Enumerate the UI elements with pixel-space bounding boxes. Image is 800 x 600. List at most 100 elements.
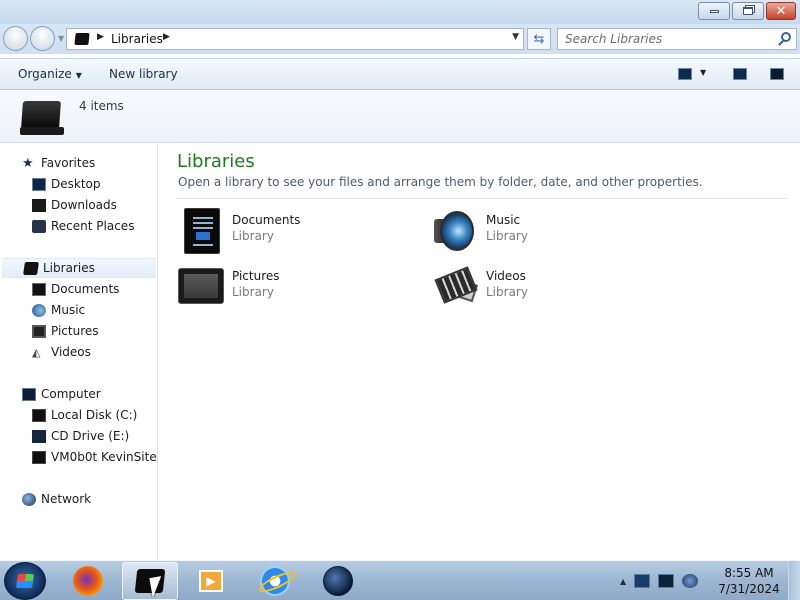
taskbar-internet-explorer[interactable] — [247, 562, 303, 600]
nav-computer[interactable]: Computer — [0, 385, 157, 405]
clock-date: 7/31/2024 — [718, 582, 780, 596]
recent-places-icon — [32, 220, 46, 233]
nav-downloads[interactable]: Downloads — [0, 196, 157, 216]
library-tile-documents[interactable]: Documents Library — [178, 206, 408, 256]
close-button[interactable]: ✕ — [766, 2, 796, 20]
refresh-button[interactable]: ⇆ — [527, 28, 551, 50]
search-icon[interactable] — [781, 32, 791, 42]
library-tile-pictures[interactable]: Pictures Library — [178, 262, 408, 312]
network-icon — [22, 493, 36, 506]
library-tile-music[interactable]: Music Library — [432, 206, 662, 256]
nav-label: Network — [41, 492, 92, 506]
recent-pages-dropdown[interactable]: ▼ — [58, 34, 64, 43]
videos-icon — [432, 262, 480, 310]
taskbar-media-player[interactable]: ▶ — [183, 562, 239, 600]
computer-icon — [22, 388, 36, 401]
navigation-pane: ★ Favorites Desktop Downloads Recent Plac… — [0, 144, 158, 560]
content-pane: Libraries Open a library to see your fil… — [159, 144, 800, 560]
search-box[interactable] — [557, 28, 797, 50]
nav-network[interactable]: Network — [0, 490, 157, 510]
nav-label: Recent Places — [51, 219, 135, 233]
chevron-down-icon[interactable]: ▼ — [700, 68, 706, 77]
library-type: Library — [232, 285, 274, 299]
taskbar-firefox[interactable] — [60, 562, 116, 600]
library-name: Videos — [486, 269, 526, 283]
network-status-icon[interactable] — [658, 574, 675, 588]
library-name: Pictures — [232, 269, 280, 283]
nav-label: Music — [51, 303, 86, 317]
nav-pictures[interactable]: Pictures — [0, 322, 157, 342]
preview-pane-button[interactable] — [733, 68, 747, 82]
breadcrumb-libraries[interactable]: Libraries — [111, 32, 163, 46]
organize-button[interactable]: Organize ▼ — [18, 67, 82, 81]
breadcrumb-chevron-icon[interactable]: ▶ — [97, 32, 104, 42]
nav-network-share[interactable]: VM0b0t KevinSite — [0, 448, 157, 468]
media-player-icon: ▶ — [199, 570, 223, 592]
music-icon — [32, 304, 46, 317]
change-view-button[interactable]: ▼ — [678, 68, 706, 82]
show-desktop-button[interactable] — [788, 561, 800, 600]
search-input[interactable] — [565, 30, 775, 48]
page-title: Libraries — [177, 151, 255, 172]
libraries-large-icon — [18, 97, 64, 137]
show-hidden-icons-button[interactable]: ▲ — [620, 577, 626, 586]
taskbar-network-globe[interactable] — [310, 562, 366, 600]
preview-pane-icon — [733, 68, 747, 80]
breadcrumb-chevron-icon[interactable]: ▶ — [163, 32, 170, 42]
system-tray: ▲ — [620, 562, 699, 600]
minimize-button[interactable] — [698, 2, 730, 20]
nav-favorites[interactable]: ★ Favorites — [0, 154, 157, 174]
command-bar: Organize ▼ New library ▼ — [0, 58, 800, 90]
forward-button[interactable] — [30, 26, 55, 51]
action-center-icon[interactable] — [634, 574, 651, 588]
back-button[interactable] — [3, 26, 28, 51]
hard-disk-icon — [32, 409, 46, 422]
chevron-down-icon: ▼ — [75, 71, 82, 80]
pictures-icon — [32, 325, 46, 338]
restore-icon — [743, 7, 753, 15]
nav-desktop[interactable]: Desktop — [0, 175, 157, 195]
nav-recent-places[interactable]: Recent Places — [0, 217, 157, 237]
documents-icon — [178, 206, 226, 254]
nav-label: Videos — [51, 345, 91, 359]
restore-button[interactable] — [732, 2, 764, 20]
libraries-icon — [23, 262, 39, 275]
nav-label: Local Disk (C:) — [51, 408, 138, 422]
nav-videos[interactable]: ◭ Videos — [0, 343, 157, 363]
pictures-icon — [178, 262, 226, 310]
address-bar[interactable]: ▶ Libraries ▶ ▼ — [66, 28, 524, 50]
clock[interactable]: 8:55 AM 7/31/2024 — [718, 565, 780, 597]
divider — [177, 198, 788, 199]
videos-icon: ◭ — [32, 346, 41, 359]
documents-icon — [32, 283, 46, 296]
nav-documents[interactable]: Documents — [0, 280, 157, 300]
nav-local-disk[interactable]: Local Disk (C:) — [0, 406, 157, 426]
item-count: 4 items — [79, 99, 124, 113]
title-bar: ✕ — [0, 0, 800, 24]
library-name: Documents — [232, 213, 301, 227]
nav-label: CD Drive (E:) — [51, 429, 130, 443]
nav-label: Pictures — [51, 324, 99, 338]
new-library-button[interactable]: New library — [109, 67, 178, 81]
library-type: Library — [486, 229, 528, 243]
address-dropdown-icon[interactable]: ▼ — [512, 32, 519, 42]
nav-label: Desktop — [51, 177, 101, 191]
desktop-icon — [32, 178, 46, 191]
library-type: Library — [486, 285, 528, 299]
music-icon — [432, 206, 480, 254]
refresh-icon: ⇆ — [533, 31, 545, 47]
library-tile-videos[interactable]: Videos Library — [432, 262, 662, 312]
start-button[interactable] — [4, 562, 46, 600]
help-button[interactable] — [770, 68, 784, 82]
close-icon: ✕ — [775, 3, 787, 19]
clock-time: 8:55 AM — [724, 566, 774, 580]
firefox-icon — [73, 566, 103, 596]
nav-libraries[interactable]: Libraries — [2, 258, 156, 278]
page-subtitle: Open a library to see your files and arr… — [178, 175, 703, 189]
downloads-icon — [32, 199, 46, 212]
star-icon: ★ — [22, 156, 34, 171]
nav-music[interactable]: Music — [0, 301, 157, 321]
nav-cd-drive[interactable]: CD Drive (E:) — [0, 427, 157, 447]
nav-label: Downloads — [51, 198, 117, 212]
volume-icon[interactable] — [682, 574, 699, 588]
